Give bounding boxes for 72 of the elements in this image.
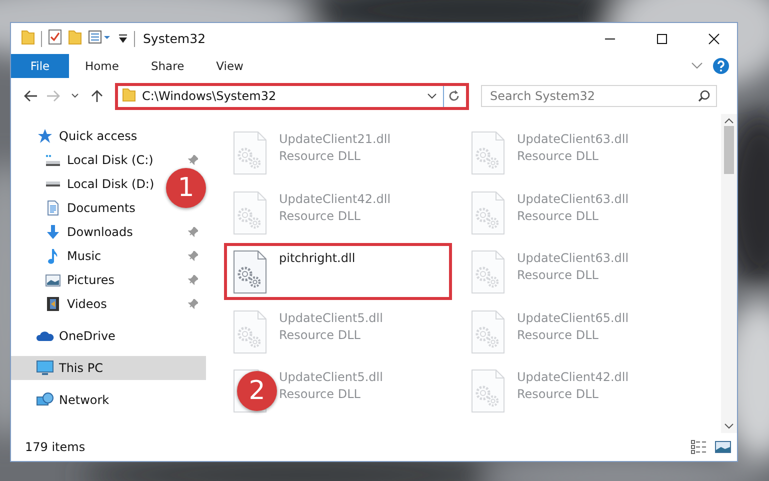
sidebar-item[interactable]: OneDrive [11, 324, 206, 348]
dll-file-icon [471, 190, 505, 234]
pictures-icon [45, 272, 61, 288]
ribbon-tab[interactable]: Home [69, 54, 135, 78]
dll-file-icon [233, 310, 267, 354]
scrollbar-thumb[interactable] [724, 126, 734, 174]
disk-c-icon [45, 152, 61, 168]
folder-icon [122, 88, 136, 102]
scroll-down-icon[interactable] [724, 423, 734, 429]
file-name[interactable]: pitchright.dll [279, 251, 356, 265]
view-options-icon[interactable] [88, 29, 112, 45]
sidebar-item[interactable]: Pictures [11, 268, 206, 292]
file-type: Resource DLL [517, 328, 600, 342]
file-type: Resource DLL [517, 149, 600, 163]
search-field[interactable]: Search System32 [490, 89, 698, 103]
vertical-scrollbar[interactable] [721, 114, 737, 433]
dll-file-icon [233, 190, 267, 234]
dll-file-icon [471, 131, 505, 175]
sidebar-item[interactable]: Videos [11, 292, 206, 316]
star-icon [37, 128, 53, 144]
details-view-icon[interactable] [691, 440, 707, 454]
sidebar-item[interactable]: Documents [11, 196, 136, 220]
address-field[interactable]: C:\Windows\System32 [142, 89, 421, 103]
document-icon [45, 200, 61, 216]
dll-file-icon [233, 131, 267, 175]
properties-icon[interactable] [48, 29, 62, 45]
file-type: Resource DLL [517, 387, 600, 401]
ribbon-tab[interactable]: File [11, 54, 69, 78]
pin-icon[interactable] [188, 275, 198, 285]
file-type: Resource DLL [517, 208, 600, 222]
cloud-icon [36, 329, 54, 343]
pin-icon[interactable] [188, 155, 198, 165]
pc-icon [36, 360, 54, 376]
window-title: System32 [143, 31, 206, 46]
sidebar-item[interactable]: Quick access [11, 124, 206, 148]
ribbon-tab[interactable]: View [200, 54, 260, 78]
sidebar-item[interactable]: Network [11, 388, 206, 412]
scroll-up-icon[interactable] [724, 118, 734, 124]
file-type: Resource DLL [279, 387, 362, 401]
expand-ribbon-icon[interactable] [691, 62, 703, 70]
videos-icon [45, 296, 61, 312]
sidebar-item[interactable]: Downloads [11, 220, 206, 244]
close-icon[interactable] [708, 32, 720, 44]
dll-file-icon [471, 369, 505, 413]
large-icons-view-icon[interactable] [715, 440, 731, 454]
pin-icon[interactable] [188, 227, 198, 237]
network-icon [36, 392, 54, 408]
back-icon[interactable] [24, 90, 38, 102]
dropdown-caret-icon[interactable] [427, 93, 437, 99]
dll-file-icon [471, 250, 505, 294]
file-type: Resource DLL [279, 328, 362, 342]
item-count: 179 items [25, 440, 86, 454]
recent-locations-icon[interactable] [71, 93, 79, 99]
dll-file-icon [233, 250, 267, 294]
pin-icon[interactable] [188, 299, 198, 309]
download-icon [45, 224, 61, 240]
up-icon[interactable] [91, 89, 103, 103]
sidebar-item[interactable]: This PC [11, 356, 206, 380]
file-type: Resource DLL [279, 149, 362, 163]
address-bar[interactable]: C:\Windows\System32 [115, 82, 469, 110]
pin-icon[interactable] [188, 251, 198, 261]
customize-caret-icon[interactable] [118, 32, 128, 42]
sidebar-item[interactable]: Music [11, 244, 206, 268]
file-type: Resource DLL [279, 208, 362, 222]
search-icon[interactable] [698, 90, 710, 102]
help-icon[interactable] [713, 58, 729, 74]
search-bar[interactable]: Search System32 [481, 85, 717, 107]
file-type: Resource DLL [517, 268, 600, 282]
dll-file-icon [471, 310, 505, 354]
maximize-icon[interactable] [656, 32, 668, 44]
sidebar-item[interactable]: Local Disk (D:) [11, 172, 154, 196]
ribbon-tab[interactable]: Share [134, 54, 200, 78]
